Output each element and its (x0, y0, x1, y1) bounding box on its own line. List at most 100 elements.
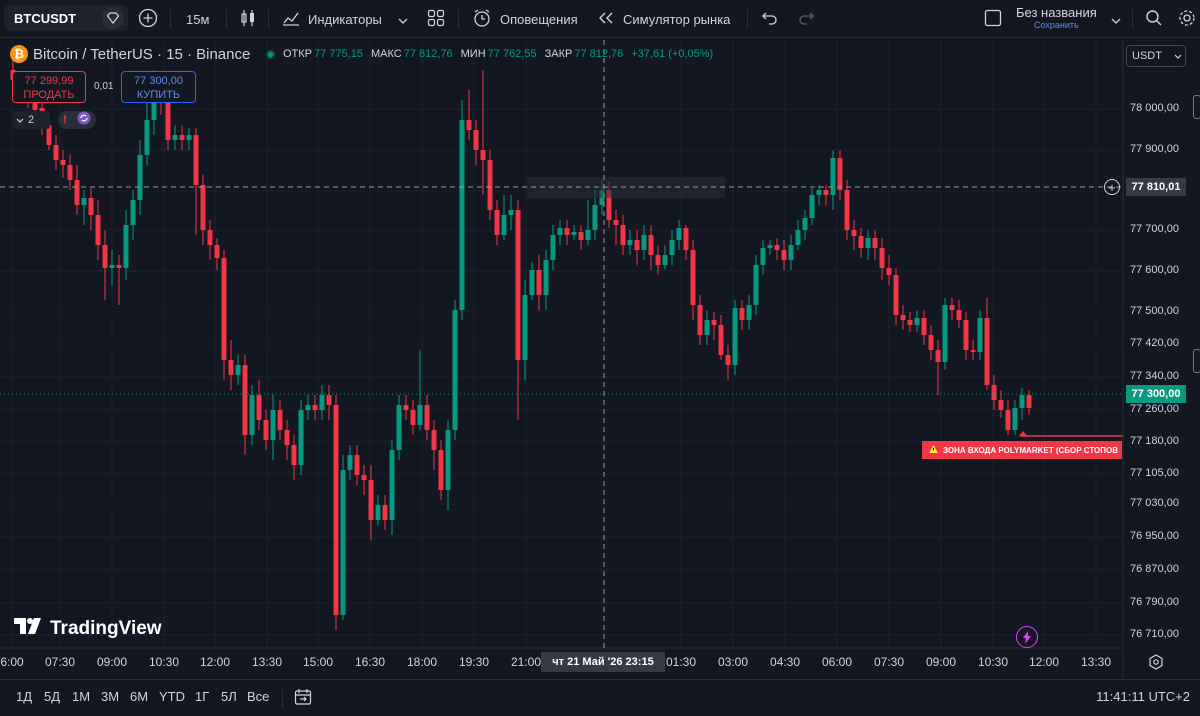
range-button-0[interactable]: 1Д (16, 689, 32, 704)
candle-up (417, 405, 423, 425)
top-toolbar: BTCUSDT 15м Индикаторы Оповещения Симуля… (0, 0, 1200, 38)
replay-button[interactable]: Симулятор рынка (598, 0, 730, 38)
candle-down (683, 228, 689, 250)
candle-down (438, 450, 444, 490)
candle-up (753, 265, 759, 305)
candle-down (473, 130, 479, 150)
chart-type-button[interactable] (240, 0, 256, 38)
candle-up (802, 218, 808, 230)
candle-up (669, 240, 675, 255)
candle-up (452, 310, 458, 430)
candle-down (536, 270, 542, 295)
price-chart[interactable] (0, 39, 1200, 677)
candle-down (725, 355, 731, 365)
candle-up (760, 248, 766, 265)
range-button-1[interactable]: 5Д (44, 689, 60, 704)
candle-down (200, 185, 206, 230)
candle-down (515, 210, 521, 360)
indicators-toggle[interactable]: 2 (12, 111, 50, 129)
alerts-button[interactable]: Оповещения (472, 0, 578, 38)
candle-down (368, 480, 374, 520)
candle-down (466, 120, 472, 130)
candle-up (319, 395, 325, 410)
candle-down (102, 245, 108, 268)
series-legend[interactable]: ₿ Bitcoin / TetherUS · 15 · Binance (10, 45, 250, 63)
redo-button[interactable] (797, 0, 815, 38)
candle-down (851, 230, 857, 236)
time-axis-label: 06:00 (821, 655, 853, 669)
candle-down (88, 198, 94, 215)
buy-button[interactable]: 77 300,00 КУПИТЬ (121, 71, 196, 103)
interval-button[interactable]: 15м (186, 0, 209, 38)
range-button-6[interactable]: 1Г (195, 689, 209, 704)
undo-button[interactable] (761, 0, 779, 38)
candle-down (858, 236, 864, 248)
axis-settings-icon[interactable] (1148, 654, 1164, 675)
series-title: Bitcoin / TetherUS · 15 · Binance (33, 45, 251, 63)
refresh-icon (77, 111, 91, 130)
time-axis-label: 01:30 (665, 655, 697, 669)
sell-button[interactable]: 77 299,99 ПРОДАТЬ (12, 71, 86, 103)
trading-app: BTCUSDT 15м Индикаторы Оповещения Симуля… (0, 0, 1200, 716)
candle-down (116, 265, 122, 268)
indicators-button[interactable]: Индикаторы (282, 0, 408, 38)
tradingview-logo[interactable]: TradingView (14, 618, 162, 640)
bottom-toolbar: 1Д 5Д 1М 3М 6М YTD 1Г 5Л Все 11:41:11 UTC+2 (0, 679, 1200, 716)
add-alert-plus-icon[interactable]: + (1104, 179, 1120, 195)
indicator-status-badges[interactable]: ! (58, 111, 96, 129)
candle-up (445, 430, 451, 490)
goto-date-button[interactable] (294, 688, 312, 709)
candle-up (270, 410, 276, 440)
candle-down (256, 395, 262, 420)
candle-down (165, 100, 171, 140)
sell-label: ПРОДАТЬ (23, 89, 75, 101)
currency-select[interactable]: USDT (1126, 45, 1186, 67)
quick-search-button[interactable] (1145, 0, 1163, 38)
templates-button[interactable] (427, 0, 445, 38)
scroll-handle[interactable] (1193, 349, 1200, 373)
candle-down (823, 190, 829, 195)
tradingview-mark-icon (14, 618, 44, 640)
candle-down (263, 420, 269, 440)
timezone-clock[interactable]: 11:41:11 UTC+2 (1096, 689, 1190, 704)
sell-price: 77 299,99 (24, 75, 74, 87)
range-button-4[interactable]: 6М (130, 689, 148, 704)
price-axis-label: 77 900,00 (1130, 143, 1179, 155)
warning-icon (929, 445, 938, 455)
time-axis-label: 04:30 (769, 655, 801, 669)
layout-square-icon (984, 9, 1002, 30)
symbol-search-button[interactable]: BTCUSDT (4, 5, 128, 31)
range-button-2[interactable]: 1М (72, 689, 90, 704)
settings-button[interactable] (1178, 0, 1196, 38)
candle-up (977, 318, 983, 352)
price-axis-label: 76 950,00 (1130, 530, 1179, 542)
range-button-8[interactable]: Все (247, 689, 269, 704)
candle-up (627, 240, 633, 245)
candle-up (732, 308, 738, 365)
candle-up (767, 245, 773, 248)
candle-down (487, 160, 493, 210)
layout-button[interactable]: Без названия Сохранить (984, 0, 1121, 38)
range-button-3[interactable]: 3М (101, 689, 119, 704)
market-open-status-icon[interactable] (266, 49, 275, 59)
candle-down (998, 400, 1004, 410)
price-axis-label: 76 870,00 (1130, 563, 1179, 575)
range-button-7[interactable]: 5Л (221, 689, 237, 704)
scroll-handle[interactable] (1193, 95, 1200, 119)
candle-up (347, 455, 353, 470)
bitcoin-logo-icon: ₿ (10, 45, 28, 63)
price-axis-label: 77 260,00 (1130, 403, 1179, 415)
plus-circle-icon (138, 8, 158, 31)
order-quantity[interactable]: 0,01 (94, 81, 113, 92)
undo-icon (761, 11, 779, 28)
lightning-icon[interactable] (1016, 626, 1038, 648)
candle-up (865, 238, 871, 248)
diamond-icon[interactable] (102, 7, 124, 29)
drawing-zone-label[interactable]: ЗОНА ВХОДА POLYMARKET (СБОР СТОПОВ (922, 441, 1122, 459)
replay-label: Симулятор рынка (623, 11, 731, 27)
range-button-5[interactable]: YTD (159, 689, 185, 704)
crosshair-time-label: чт 21 Май '26 23:15 (541, 652, 665, 672)
candle-up (942, 305, 948, 362)
price-axis-label: 77 105,00 (1130, 467, 1179, 479)
compare-symbol-button[interactable] (138, 0, 158, 38)
